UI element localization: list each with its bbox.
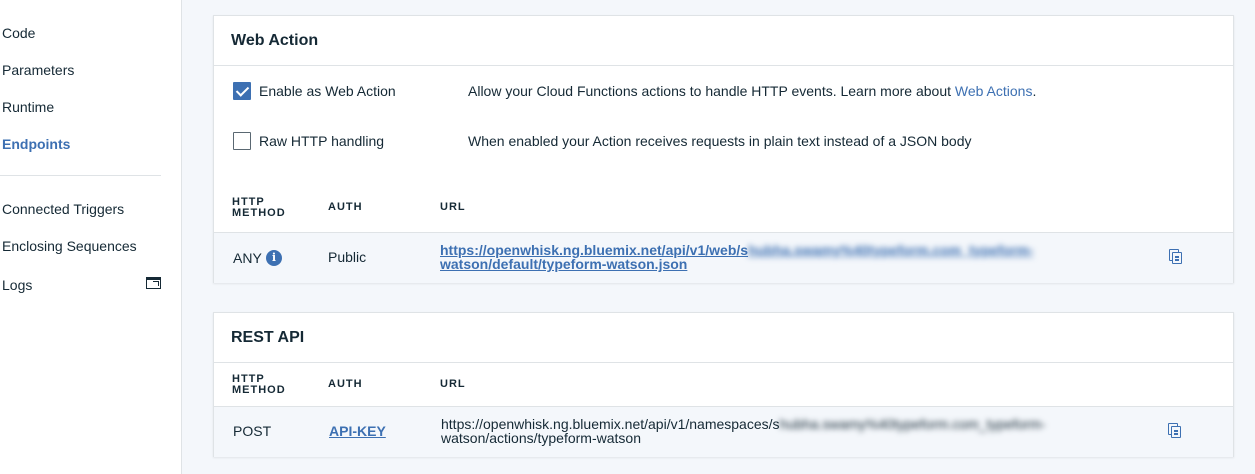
sidebar-item-runtime[interactable]: Runtime <box>2 99 54 115</box>
th-url: URL <box>440 378 466 390</box>
copy-icon[interactable] <box>1168 423 1182 439</box>
rest-api-url: https://openwhisk.ng.bluemix.net/api/v1/… <box>441 417 1046 431</box>
card-header-divider <box>214 65 1233 66</box>
web-action-card: Web Action Enable as Web Action Allow yo… <box>213 15 1234 283</box>
web-action-url-line-2[interactable]: watson/default/typeform-watson.json <box>440 257 687 271</box>
auth-cell: Public <box>328 249 367 265</box>
card-header-divider <box>214 362 1233 363</box>
web-action-url-link[interactable]: https://openwhisk.ng.bluemix.net/api/v1/… <box>440 243 1034 257</box>
raw-http-label[interactable]: Raw HTTP handling <box>259 133 384 149</box>
th-method: METHOD <box>232 207 286 219</box>
description-text: Allow your Cloud Functions actions to ha… <box>468 83 955 99</box>
external-window-icon[interactable] <box>146 277 161 289</box>
enable-web-action-checkbox[interactable] <box>233 82 251 100</box>
rest-api-url-line-2: watson/actions/typeform-watson <box>441 430 641 446</box>
copy-icon[interactable] <box>1169 249 1183 265</box>
sidebar-divider <box>0 175 161 176</box>
enable-web-action-description: Allow your Cloud Functions actions to ha… <box>468 83 1036 99</box>
sidebar-item-parameters[interactable]: Parameters <box>2 62 74 78</box>
info-icon[interactable]: i <box>266 250 282 266</box>
method-cell: ANY <box>233 250 262 266</box>
method-cell: POST <box>233 423 272 439</box>
url-obscured: hubha.swamy%40typeform.com_typeform- <box>779 416 1046 432</box>
th-method: METHOD <box>232 384 286 396</box>
sidebar: Code Parameters Runtime Endpoints Connec… <box>0 0 182 474</box>
sidebar-item-enclosing-sequences[interactable]: Enclosing Sequences <box>2 238 137 254</box>
description-suffix: . <box>1032 83 1037 99</box>
enable-web-action-label[interactable]: Enable as Web Action <box>259 83 396 99</box>
web-action-title: Web Action <box>231 32 319 49</box>
sidebar-item-logs[interactable]: Logs <box>2 277 32 293</box>
sidebar-item-connected-triggers[interactable]: Connected Triggers <box>2 201 124 217</box>
sidebar-item-endpoints[interactable]: Endpoints <box>2 136 70 152</box>
raw-http-checkbox[interactable] <box>233 132 251 150</box>
th-auth: AUTH <box>328 378 363 390</box>
api-key-link[interactable]: API-KEY <box>329 423 386 439</box>
rest-api-title: REST API <box>231 329 305 346</box>
rest-api-card: REST API HTTP METHOD AUTH URL POST API-K… <box>213 312 1234 457</box>
th-url: URL <box>440 201 466 213</box>
web-actions-link[interactable]: Web Actions <box>955 83 1033 99</box>
url-obscured: hubha.swamy%40typeform.com_typeform- <box>748 242 1034 258</box>
th-auth: AUTH <box>328 201 363 213</box>
sidebar-item-code[interactable]: Code <box>2 25 35 41</box>
raw-http-description: When enabled your Action receives reques… <box>468 133 972 149</box>
